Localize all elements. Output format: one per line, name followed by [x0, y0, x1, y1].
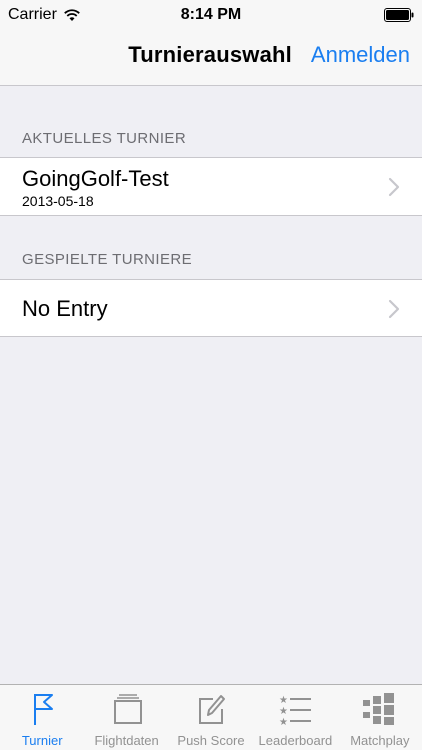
current-tournament-cell[interactable]: GoingGolf-Test 2013-05-18	[0, 157, 422, 216]
tab-push-score[interactable]: Push Score	[169, 685, 253, 750]
page-title: Turnierauswahl	[128, 42, 292, 67]
tab-flightdaten[interactable]: Flightdaten	[84, 685, 168, 750]
edit-icon	[199, 695, 226, 724]
tab-label: Turnier	[21, 733, 63, 748]
cell-title: GoingGolf-Test	[22, 166, 169, 191]
svg-text:★: ★	[279, 695, 288, 706]
status-time: 8:14 PM	[180, 6, 242, 23]
tab-bar: Turnier Flightdaten Push Score ★ ★ ★ Lea…	[0, 684, 422, 750]
chevron-right-icon	[388, 299, 400, 319]
section-header-current: AKTUELLES TURNIER	[22, 130, 187, 147]
svg-text:★: ★	[279, 706, 288, 717]
list-stars-icon: ★ ★ ★	[279, 695, 312, 727]
status-bar: Carrier 8:14 PM	[0, 0, 422, 30]
cell-subtitle: 2013-05-18	[22, 193, 94, 209]
bracket-icon	[362, 693, 394, 725]
stack-icon	[113, 694, 142, 724]
tab-label: Leaderboard	[258, 733, 333, 748]
tab-leaderboard[interactable]: ★ ★ ★ Leaderboard	[253, 685, 337, 750]
section-header-played: GESPIELTE TURNIERE	[22, 251, 193, 268]
played-tournament-cell[interactable]: No Entry	[0, 279, 422, 337]
tab-label: Flightdaten	[94, 733, 159, 748]
cell-title: No Entry	[22, 296, 108, 321]
tab-label: Matchplay	[350, 733, 410, 748]
tab-turnier[interactable]: Turnier	[0, 685, 84, 750]
battery-icon	[384, 8, 414, 22]
chevron-right-icon	[388, 177, 400, 197]
svg-text:★: ★	[279, 717, 288, 727]
navigation-bar: Turnierauswahl Anmelden	[0, 30, 422, 86]
login-button[interactable]: Anmelden	[311, 42, 410, 68]
tab-label: Push Score	[177, 733, 245, 748]
flag-icon	[34, 694, 54, 725]
tab-matchplay[interactable]: Matchplay	[338, 685, 422, 750]
